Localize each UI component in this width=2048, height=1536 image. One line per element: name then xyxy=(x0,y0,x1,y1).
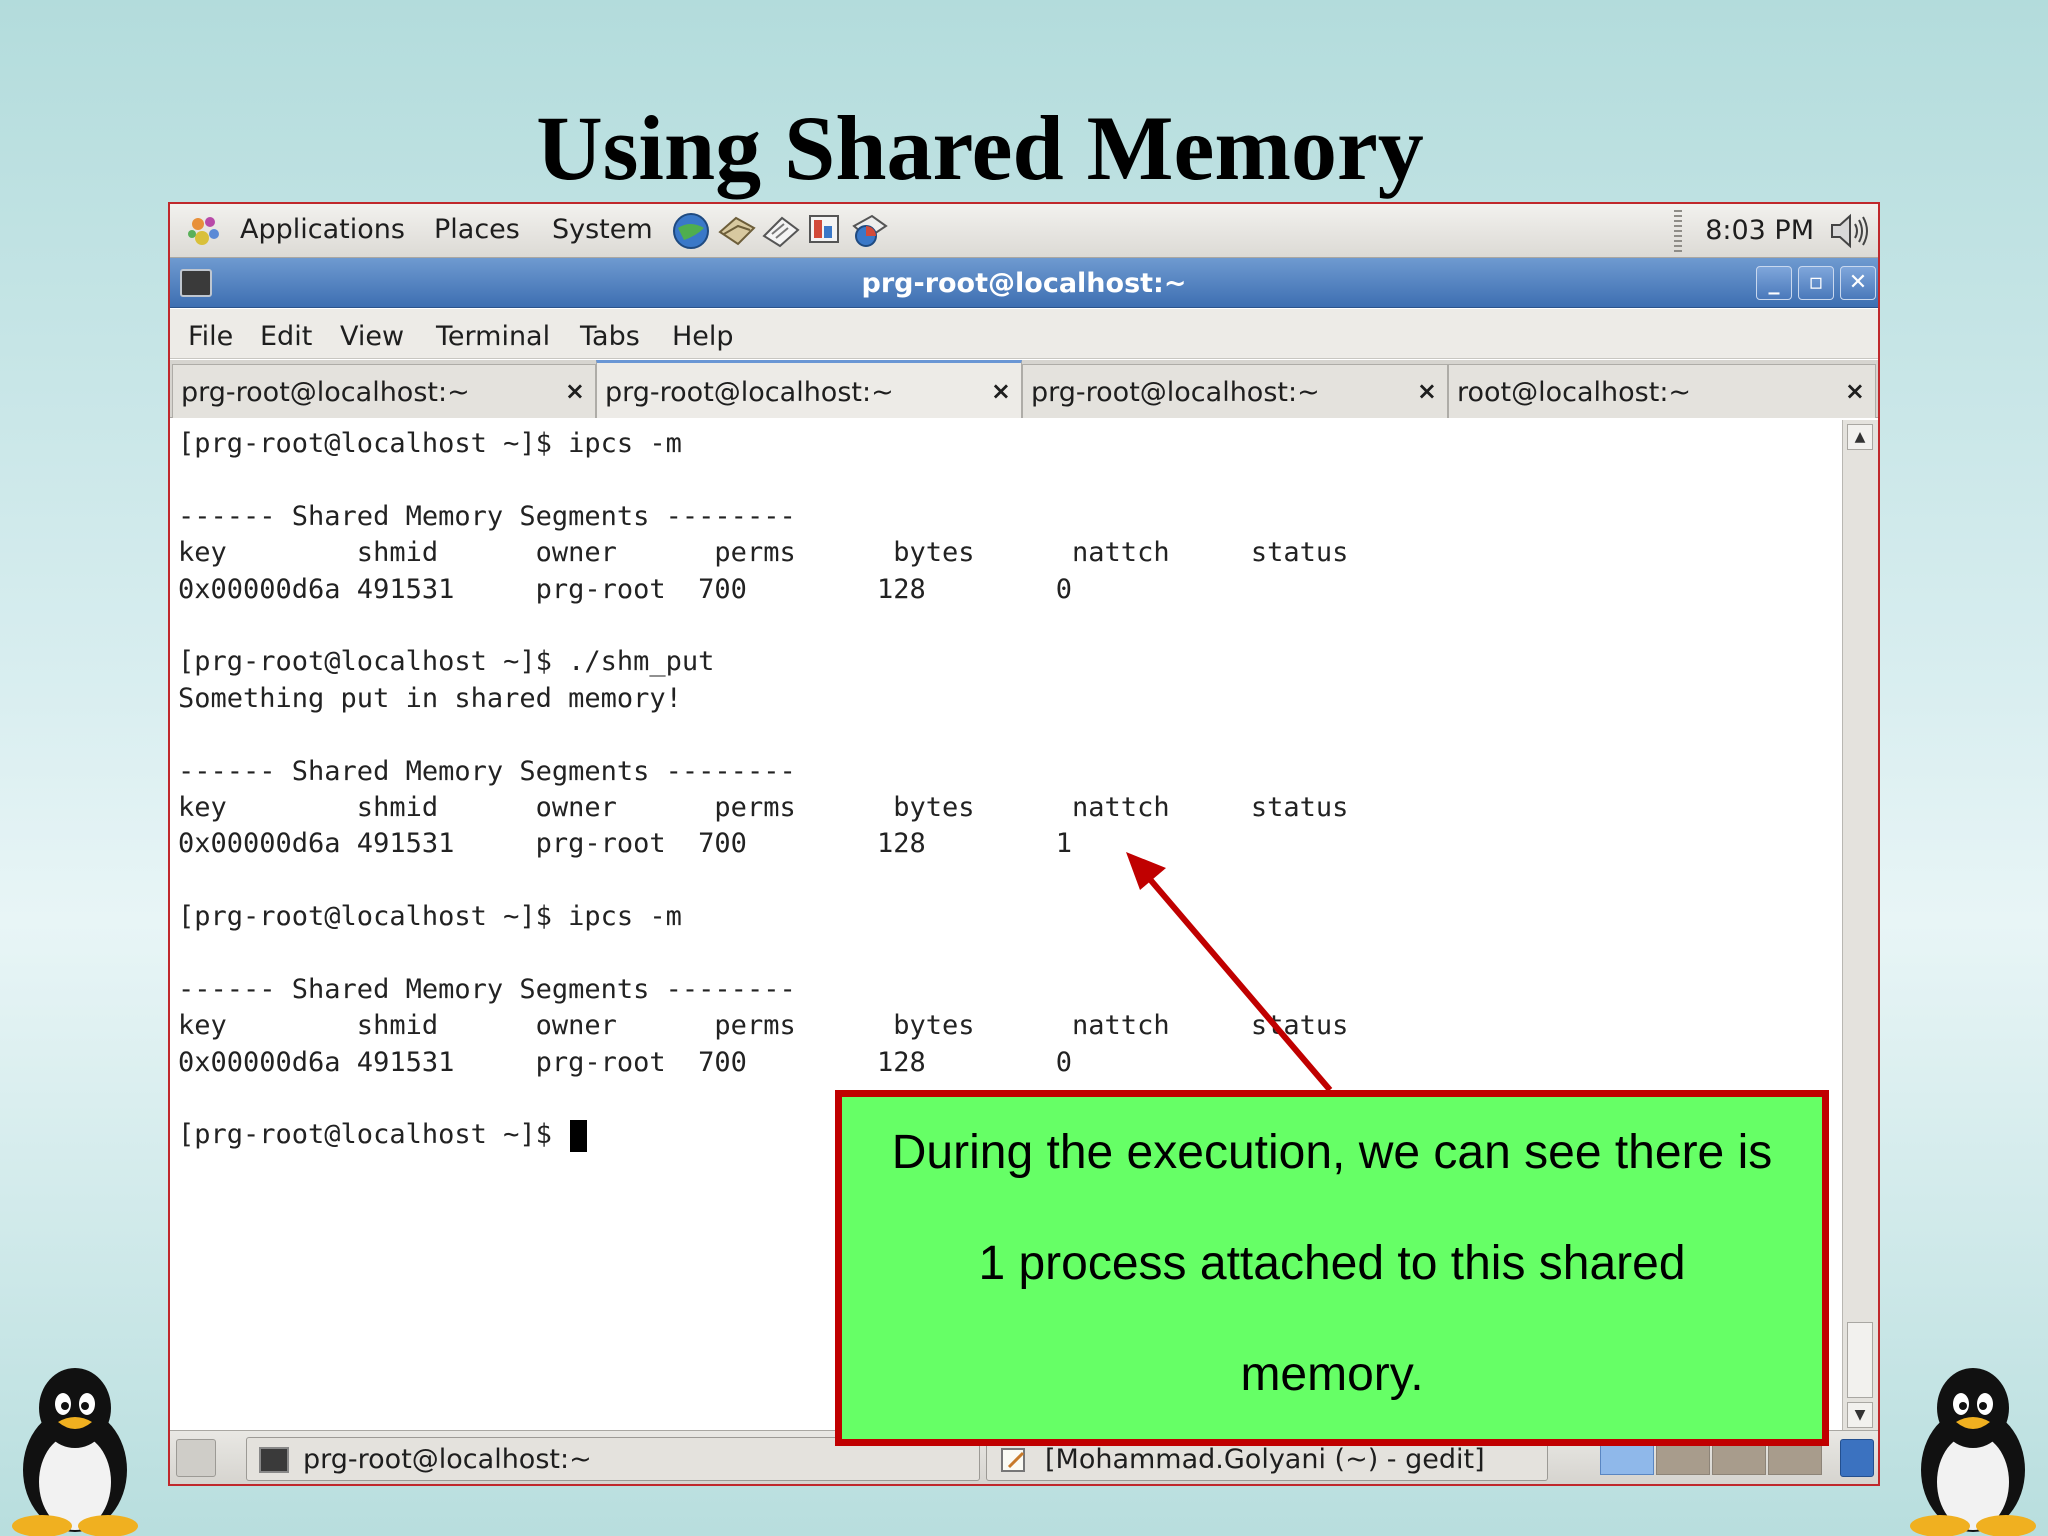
tab-close-icon[interactable]: × xyxy=(991,377,1011,405)
menu-help[interactable]: Help xyxy=(672,321,734,352)
callout-box: During the execution, we can see there i… xyxy=(835,1090,1829,1446)
menu-edit[interactable]: Edit xyxy=(260,321,312,352)
tux-penguin-icon xyxy=(12,1368,138,1536)
tab-1[interactable]: prg-root@localhost:~ × xyxy=(172,364,596,418)
terminal-line-text: [prg-root@localhost ~]$ ./shm_put xyxy=(178,646,715,678)
scroll-up-icon[interactable]: ▲ xyxy=(1847,424,1873,450)
menu-places[interactable]: Places xyxy=(434,214,520,245)
tab-close-icon[interactable]: × xyxy=(1845,377,1865,405)
terminal-line: ------ Shared Memory Segments -------- xyxy=(178,972,1842,1008)
panel-grip xyxy=(1674,210,1682,252)
terminal-line: 0x00000d6a 491531 prg-root 700 128 0 xyxy=(178,572,1842,608)
impress-launcher-icon[interactable] xyxy=(804,210,846,252)
terminal-line: key shmid owner perms bytes nattch statu… xyxy=(178,790,1842,826)
menu-applications[interactable]: Applications xyxy=(240,214,405,245)
panel-clock[interactable]: 8:03 PM xyxy=(1705,215,1814,246)
callout-line-2: 1 process attached to this shared xyxy=(978,1237,1686,1290)
menu-system[interactable]: System xyxy=(552,214,653,245)
terminal-line-text: [prg-root@localhost ~]$ xyxy=(178,1119,569,1151)
terminal-line-text: ------ Shared Memory Segments -------- xyxy=(178,500,796,532)
scroll-down-icon[interactable]: ▼ xyxy=(1847,1402,1873,1428)
maximize-button[interactable]: ▫ xyxy=(1798,266,1834,300)
workspace-4[interactable] xyxy=(1768,1441,1822,1475)
mail-launcher-icon[interactable] xyxy=(716,210,758,252)
browser-launcher-icon[interactable] xyxy=(670,210,712,252)
slide-title: Using Shared Memory xyxy=(536,97,1424,199)
terminal-line-text: ------ Shared Memory Segments -------- xyxy=(178,973,796,1005)
tab-3[interactable]: prg-root@localhost:~ × xyxy=(1022,364,1448,418)
terminal-line-text: 0x00000d6a 491531 prg-root 700 128 0 xyxy=(178,573,1073,605)
terminal-line-text: 0x00000d6a 491531 prg-root 700 128 0 xyxy=(178,1046,1073,1078)
tab-close-icon[interactable]: × xyxy=(1417,377,1437,405)
task-label: [Mohammad.Golyani (~) - gedit] xyxy=(1045,1444,1485,1475)
calc-launcher-icon[interactable] xyxy=(848,210,890,252)
task-label: prg-root@localhost:~ xyxy=(303,1444,592,1475)
workspace-3[interactable] xyxy=(1712,1441,1766,1475)
window-title: prg-root@localhost:~ xyxy=(861,268,1187,299)
terminal-menubar: File Edit View Terminal Tabs Help xyxy=(170,309,1878,359)
workspace-1[interactable] xyxy=(1600,1441,1654,1475)
terminal-line-text: [prg-root@localhost ~]$ ipcs -m xyxy=(178,901,682,933)
tab-label: root@localhost:~ xyxy=(1457,377,1692,408)
terminal-line-text: 0x00000d6a 491531 prg-root 700 128 1 xyxy=(178,828,1073,860)
terminal-line-text: Something put in shared memory! xyxy=(178,682,682,714)
terminal-line-text: key shmid owner perms bytes nattch statu… xyxy=(178,1010,1349,1042)
terminal-scrollbar[interactable]: ▲ ▼ xyxy=(1842,420,1878,1432)
terminal-line: [prg-root@localhost ~]$ ./shm_put xyxy=(178,644,1842,680)
close-button[interactable]: ✕ xyxy=(1840,266,1876,300)
terminal-line: ------ Shared Memory Segments -------- xyxy=(178,754,1842,790)
menu-file[interactable]: File xyxy=(188,321,233,352)
terminal-line: ------ Shared Memory Segments -------- xyxy=(178,499,1842,535)
terminal-line-text: key shmid owner perms bytes nattch statu… xyxy=(178,537,1349,569)
terminal-line-text: key shmid owner perms bytes nattch statu… xyxy=(178,791,1349,823)
terminal-line: [prg-root@localhost ~]$ ipcs -m xyxy=(178,899,1842,935)
volume-icon[interactable] xyxy=(1828,212,1872,250)
terminal-line: [prg-root@localhost ~]$ ipcs -m xyxy=(178,426,1842,462)
terminal-line: 0x00000d6a 491531 prg-root 700 128 1 xyxy=(178,826,1842,862)
tab-label: prg-root@localhost:~ xyxy=(605,377,894,408)
window-titlebar[interactable]: prg-root@localhost:~ _ ▫ ✕ xyxy=(170,258,1878,308)
terminal-task-icon xyxy=(259,1447,289,1473)
minimize-button[interactable]: _ xyxy=(1756,266,1792,300)
tux-penguin-icon xyxy=(1910,1368,2036,1536)
gedit-task-icon xyxy=(1001,1448,1025,1472)
terminal-cursor xyxy=(570,1119,588,1152)
callout-line-3: memory. xyxy=(1240,1348,1424,1401)
menu-tabs[interactable]: Tabs xyxy=(580,321,640,352)
gnome-foot-icon[interactable] xyxy=(186,214,222,248)
terminal-line: 0x00000d6a 491531 prg-root 700 128 0 xyxy=(178,1045,1842,1081)
tab-label: prg-root@localhost:~ xyxy=(181,377,470,408)
terminal-tab-bar: prg-root@localhost:~ × prg-root@localhos… xyxy=(170,360,1878,418)
menu-terminal[interactable]: Terminal xyxy=(436,321,550,352)
menu-view[interactable]: View xyxy=(340,321,404,352)
terminal-line: key shmid owner perms bytes nattch statu… xyxy=(178,1008,1842,1044)
tab-4[interactable]: root@localhost:~ × xyxy=(1448,364,1876,418)
callout-line-1: During the execution, we can see there i… xyxy=(891,1126,1773,1179)
terminal-line-text: ------ Shared Memory Segments -------- xyxy=(178,755,796,787)
tab-label: prg-root@localhost:~ xyxy=(1031,377,1320,408)
terminal-line-text: [prg-root@localhost ~]$ ipcs -m xyxy=(178,428,682,459)
trash-icon[interactable] xyxy=(1840,1439,1874,1477)
terminal-line: key shmid owner perms bytes nattch statu… xyxy=(178,535,1842,571)
show-desktop-icon[interactable] xyxy=(176,1439,216,1477)
workspace-2[interactable] xyxy=(1656,1441,1710,1475)
scrollbar-thumb[interactable] xyxy=(1847,1322,1873,1398)
tab-close-icon[interactable]: × xyxy=(565,377,585,405)
top-panel: Applications Places System 8:03 PM xyxy=(170,204,1878,258)
writer-launcher-icon[interactable] xyxy=(760,210,802,252)
tab-2[interactable]: prg-root@localhost:~ × xyxy=(596,360,1022,418)
terminal-line: Something put in shared memory! xyxy=(178,681,1842,717)
